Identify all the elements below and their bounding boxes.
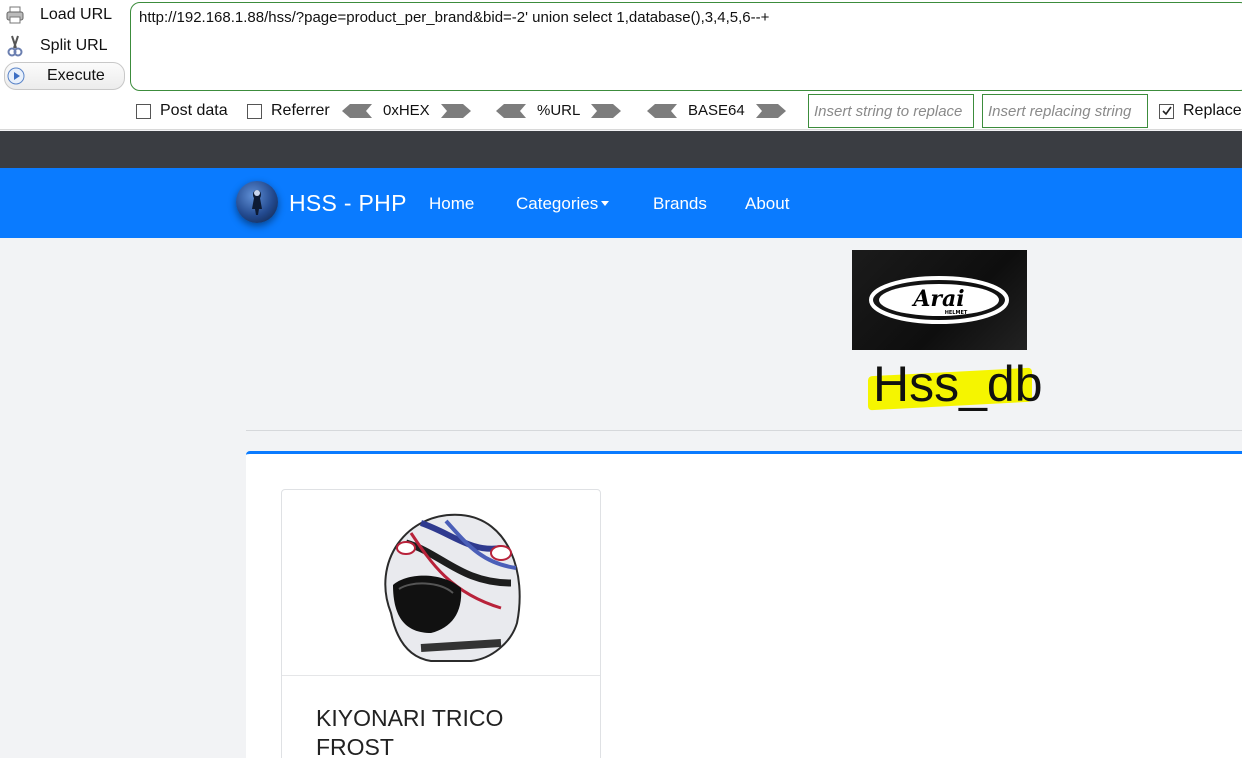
- arai-logo-text: Arai: [911, 286, 964, 312]
- split-url-label: Split URL: [40, 37, 108, 54]
- base64-label: BASE64: [688, 102, 745, 119]
- browser-separator-bar: [0, 131, 1242, 168]
- helmet-image-icon: [384, 513, 521, 662]
- hex-encoder: 0xHEX: [342, 102, 471, 119]
- url-textarea[interactable]: http://192.168.1.88/hss/?page=product_pe…: [130, 2, 1242, 91]
- nav-brands[interactable]: Brands: [653, 194, 707, 214]
- hackbar-options: Post data Referrer 0xHEX %URL BASE64 Ins…: [0, 94, 1242, 128]
- scissors-icon: [4, 35, 26, 57]
- url-decode-arrow-icon[interactable]: [496, 103, 526, 118]
- replace-from-input[interactable]: Insert string to replace: [808, 94, 974, 128]
- checkmark-icon: [1161, 106, 1172, 116]
- post-data-checkbox-box[interactable]: [136, 103, 151, 119]
- nav-categories-label: Categories: [516, 194, 599, 213]
- printer-icon: [4, 4, 26, 26]
- url-encode-arrow-icon[interactable]: [591, 103, 622, 118]
- nav-about[interactable]: About: [745, 194, 789, 214]
- brand-logo-banner: Arai HELMET: [852, 250, 1027, 350]
- execute-button[interactable]: Execute: [4, 62, 125, 90]
- replace-to-input[interactable]: Insert replacing string: [982, 94, 1148, 128]
- section-divider: [246, 430, 1242, 431]
- base64-encoder: BASE64: [647, 102, 786, 119]
- hex-encode-arrow-icon[interactable]: [440, 103, 471, 118]
- referrer-label: Referrer: [271, 102, 330, 119]
- post-data-label: Post data: [160, 102, 228, 119]
- referrer-checkbox-box[interactable]: [247, 103, 262, 119]
- base64-decode-arrow-icon[interactable]: [647, 103, 677, 118]
- hex-decode-arrow-icon[interactable]: [342, 103, 372, 118]
- hackbar-actions: Load URL Split URL Execute: [0, 0, 130, 92]
- hex-label: 0xHEX: [383, 102, 430, 119]
- load-url-label: Load URL: [40, 6, 113, 23]
- replace-label: Replace: [1183, 102, 1242, 119]
- arai-logo-icon: Arai HELMET: [869, 276, 1009, 324]
- nav-home[interactable]: Home: [429, 194, 474, 214]
- url-encoder: %URL: [496, 102, 622, 119]
- post-data-checkbox[interactable]: Post data: [136, 102, 228, 120]
- arai-logo-subtext: HELMET: [945, 310, 968, 316]
- product-card[interactable]: KIYONARI TRICO FROST: [281, 489, 601, 758]
- hackbar-toolbar: Load URL Split URL Execute http://192.16…: [0, 0, 1242, 130]
- site-logo-icon[interactable]: [236, 181, 278, 223]
- caret-down-icon: [601, 201, 610, 206]
- replace-checkbox[interactable]: Replace: [1159, 102, 1242, 120]
- execute-label: Execute: [47, 67, 105, 84]
- url-label: %URL: [537, 102, 581, 119]
- replace-checkbox-box[interactable]: [1159, 103, 1174, 119]
- site-navbar: HSS - PHP Home Categories Brands About: [0, 168, 1242, 238]
- split-url-button[interactable]: Split URL: [4, 32, 108, 60]
- product-title[interactable]: KIYONARI TRICO FROST: [316, 704, 556, 758]
- product-image[interactable]: [282, 490, 600, 676]
- play-icon: [5, 65, 27, 87]
- load-url-button[interactable]: Load URL: [4, 1, 112, 29]
- site-brand-name[interactable]: HSS - PHP: [289, 190, 407, 217]
- base64-encode-arrow-icon[interactable]: [755, 103, 786, 118]
- nav-categories-dropdown[interactable]: Categories: [516, 194, 610, 214]
- brand-title: Hss_db: [873, 356, 1043, 412]
- referrer-checkbox[interactable]: Referrer: [247, 102, 330, 120]
